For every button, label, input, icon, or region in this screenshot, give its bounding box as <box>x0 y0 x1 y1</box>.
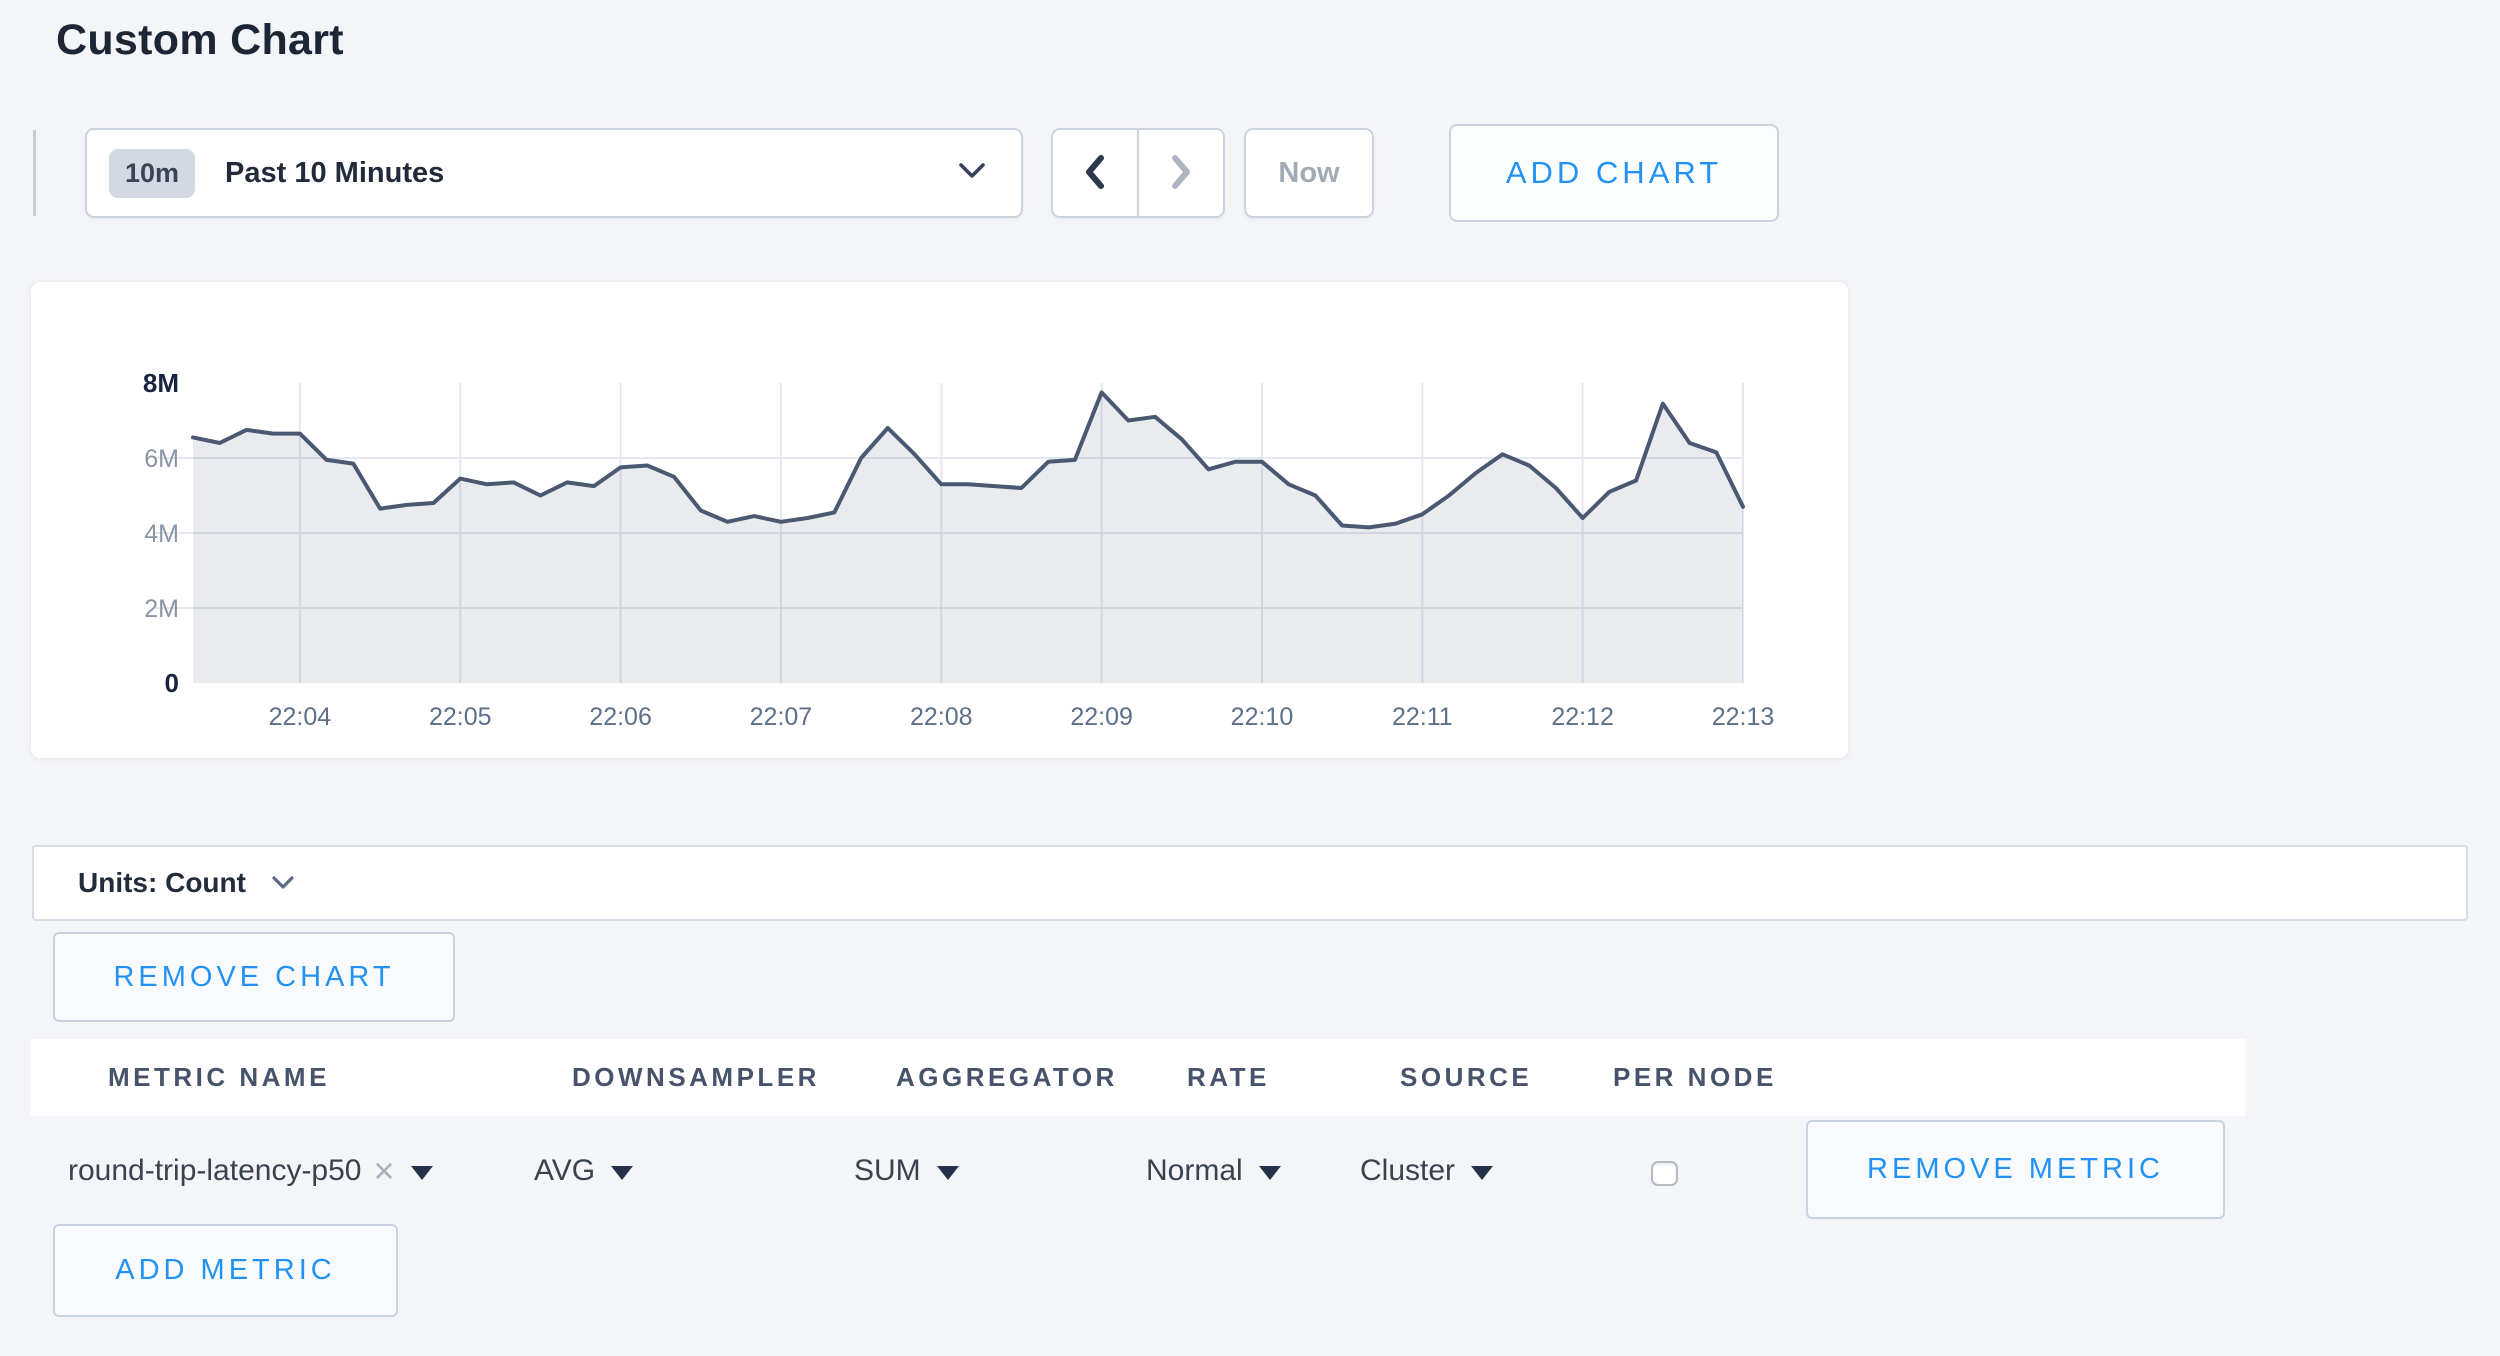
rate-select[interactable]: Normal <box>1146 1150 1281 1192</box>
svg-text:2M: 2M <box>144 595 179 623</box>
caret-down-icon <box>611 1166 633 1180</box>
time-range-label: Past 10 Minutes <box>225 157 444 190</box>
svg-text:22:13: 22:13 <box>1712 703 1775 731</box>
caret-down-icon <box>411 1166 433 1180</box>
units-selector[interactable]: Units: Count <box>32 845 2468 921</box>
svg-text:22:12: 22:12 <box>1551 703 1614 731</box>
chevron-right-icon <box>1169 154 1193 193</box>
svg-text:6M: 6M <box>144 445 179 473</box>
svg-text:22:05: 22:05 <box>429 703 492 731</box>
column-header-source: SOURCE <box>1400 1039 1532 1116</box>
page-title: Custom Chart <box>56 16 344 65</box>
remove-chart-button[interactable]: REMOVE CHART <box>53 932 455 1022</box>
rate-value: Normal <box>1146 1154 1243 1188</box>
chart-card: 22:04 22:05 22:06 22:07 22:08 22:09 22:10 22:11… <box>30 281 1849 759</box>
svg-text:22:10: 22:10 <box>1231 703 1294 731</box>
section-divider <box>33 130 36 216</box>
per-node-checkbox[interactable] <box>1651 1161 1678 1186</box>
aggregator-value: SUM <box>854 1154 921 1188</box>
column-header-downsampler: DOWNSAMPLER <box>572 1039 820 1116</box>
now-button[interactable]: Now <box>1244 128 1374 218</box>
chevron-down-icon <box>959 163 985 184</box>
metric-name-value: round-trip-latency-p50 <box>68 1154 361 1188</box>
time-next-button[interactable] <box>1139 130 1223 216</box>
metrics-table-header: METRIC NAME DOWNSAMPLER AGGREGATOR RATE … <box>30 1039 2245 1116</box>
svg-text:4M: 4M <box>144 520 179 548</box>
column-header-rate: RATE <box>1187 1039 1270 1116</box>
svg-text:0: 0 <box>165 668 179 698</box>
svg-text:22:11: 22:11 <box>1392 703 1453 731</box>
metric-name-select[interactable]: round-trip-latency-p50 × <box>68 1150 433 1192</box>
svg-text:22:04: 22:04 <box>269 703 332 731</box>
source-select[interactable]: Cluster <box>1360 1150 1493 1192</box>
time-range-select[interactable]: 10m Past 10 Minutes <box>85 128 1023 218</box>
caret-down-icon <box>937 1166 959 1180</box>
chevron-left-icon <box>1083 154 1107 193</box>
caret-down-icon <box>1259 1166 1281 1180</box>
custom-chart-page: Custom Chart 10m Past 10 Minutes Now ADD… <box>0 0 2500 1356</box>
time-prev-button[interactable] <box>1053 130 1139 216</box>
svg-text:22:08: 22:08 <box>910 703 973 731</box>
svg-text:8M: 8M <box>143 368 179 398</box>
close-icon[interactable]: × <box>373 1156 394 1186</box>
svg-text:22:09: 22:09 <box>1070 703 1133 731</box>
svg-text:22:07: 22:07 <box>750 703 813 731</box>
time-window-badge: 10m <box>109 149 195 198</box>
source-value: Cluster <box>1360 1154 1455 1188</box>
downsampler-value: AVG <box>534 1154 595 1188</box>
aggregator-select[interactable]: SUM <box>854 1150 959 1192</box>
caret-down-icon <box>1471 1166 1493 1180</box>
add-chart-button[interactable]: ADD CHART <box>1449 124 1779 222</box>
chevron-down-icon <box>272 876 294 895</box>
timeseries-chart: 22:04 22:05 22:06 22:07 22:08 22:09 22:10 22:11… <box>31 282 1848 758</box>
column-header-aggregator: AGGREGATOR <box>896 1039 1118 1116</box>
column-header-per-node: PER NODE <box>1613 1039 1777 1116</box>
time-nav-group <box>1051 128 1225 218</box>
remove-metric-button[interactable]: REMOVE METRIC <box>1806 1120 2225 1219</box>
column-header-metric-name: METRIC NAME <box>108 1039 330 1116</box>
units-label: Units: Count <box>78 867 246 899</box>
downsampler-select[interactable]: AVG <box>534 1150 633 1192</box>
add-metric-button[interactable]: ADD METRIC <box>53 1224 398 1317</box>
svg-text:22:06: 22:06 <box>589 703 652 731</box>
